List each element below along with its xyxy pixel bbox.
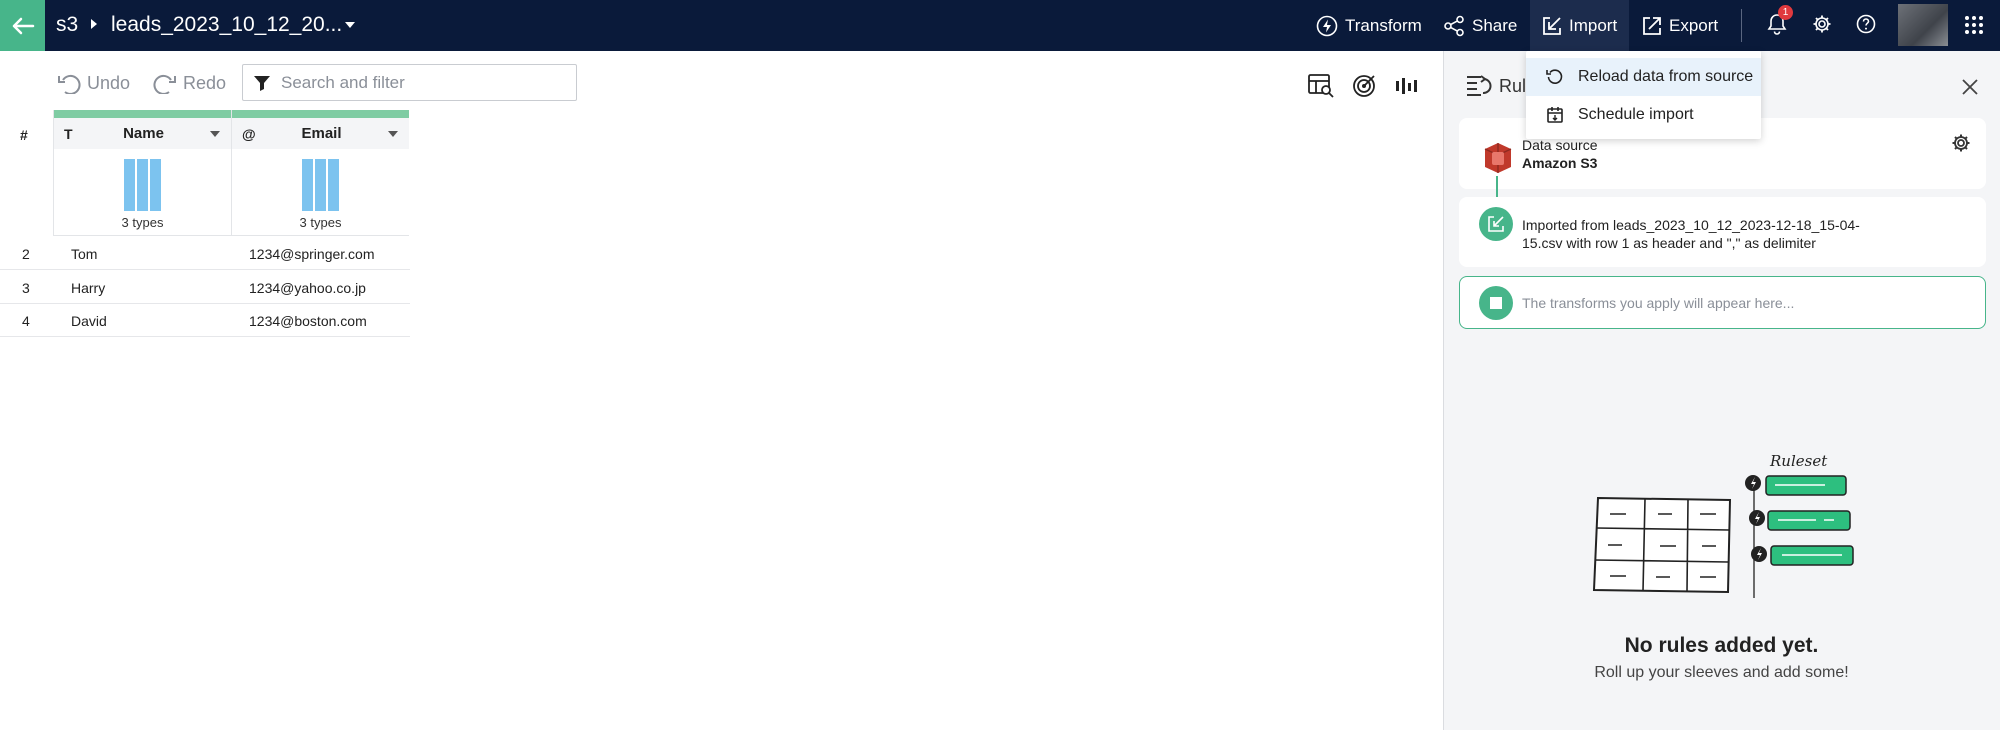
empty-state-title: No rules added yet. — [1624, 634, 1819, 657]
caret-down-icon[interactable] — [209, 130, 221, 138]
notification-badge: 1 — [1778, 5, 1793, 20]
transform-label: Transform — [1345, 15, 1422, 35]
arrow-left-icon — [12, 17, 34, 34]
filter-icon — [254, 75, 270, 91]
import-icon — [1488, 216, 1504, 232]
table-row[interactable]: 2 Tom 1234@springer.com — [0, 237, 410, 270]
help-icon[interactable] — [1856, 14, 1876, 34]
column-title-row[interactable]: @ Email — [232, 118, 409, 149]
toolbar-divider — [1741, 9, 1742, 42]
types-label: 3 types — [121, 215, 164, 230]
chevron-right-icon — [91, 19, 97, 29]
gear-icon[interactable] — [1951, 133, 1971, 153]
row-number: 4 — [22, 313, 30, 329]
table-row[interactable]: 4 David 1234@boston.com — [0, 304, 410, 337]
column-header-email[interactable]: @ Email 3 types — [231, 110, 409, 236]
export-label: Export — [1669, 15, 1719, 35]
redo-icon — [153, 74, 176, 94]
lightning-circle-icon — [1316, 15, 1338, 36]
column-type-histogram[interactable]: 3 types — [54, 149, 231, 236]
histogram-bars — [124, 159, 161, 211]
import-button[interactable]: Import — [1530, 0, 1630, 51]
menu-item-reload-data[interactable]: Reload data from source — [1526, 58, 1761, 96]
import-icon — [1543, 16, 1561, 35]
caret-down-icon[interactable] — [387, 130, 399, 138]
cell-email[interactable]: 1234@yahoo.co.jp — [249, 280, 366, 296]
cell-email[interactable]: 1234@springer.com — [249, 246, 375, 262]
row-number-header: # — [20, 127, 28, 143]
redo-label: Redo — [183, 72, 227, 93]
menu-item-label: Schedule import — [1578, 106, 1694, 123]
close-icon[interactable] — [1962, 79, 1978, 95]
ruleset-illustration: Ruleset — [1592, 452, 1854, 598]
table-row[interactable]: 3 Harry 1234@yahoo.co.jp — [0, 271, 410, 304]
share-button[interactable]: Share — [1443, 0, 1517, 51]
search-box[interactable] — [242, 64, 577, 101]
back-button[interactable] — [0, 0, 45, 51]
export-button[interactable]: Export — [1642, 0, 1718, 51]
avatar[interactable] — [1898, 4, 1948, 46]
reload-icon — [1546, 69, 1563, 84]
column-quality-bar — [54, 110, 231, 118]
square-stop-icon — [1490, 297, 1502, 309]
illustration-label: Ruleset — [1769, 452, 1828, 470]
data-source-name: Amazon S3 — [1522, 155, 1598, 171]
export-icon — [1643, 16, 1661, 35]
transforms-placeholder-text: The transforms you apply will appear her… — [1522, 295, 1795, 311]
dataset-title[interactable]: leads_2023_10_12_20... — [111, 13, 342, 37]
app-grid-icon[interactable] — [1964, 15, 1984, 35]
share-icon — [1444, 15, 1464, 36]
import-step-badge — [1479, 207, 1513, 241]
empty-state-subtitle: Roll up your sleeves and add some! — [1594, 664, 1849, 681]
email-type-icon: @ — [242, 125, 256, 142]
row-number: 3 — [22, 280, 30, 296]
table-search-icon[interactable] — [1308, 74, 1334, 98]
column-type-histogram[interactable]: 3 types — [232, 149, 409, 236]
import-description: Imported from leads_2023_10_12_2023-12-1… — [1522, 217, 1860, 251]
breadcrumb-workspace[interactable]: s3 — [56, 13, 78, 37]
ruleset-icon — [1467, 75, 1492, 96]
cell-name[interactable]: Harry — [71, 280, 105, 296]
row-number: 2 — [22, 246, 30, 262]
import-dropdown-menu: Reload data from source Schedule import — [1526, 51, 1761, 139]
undo-button[interactable]: Undo — [57, 72, 130, 94]
column-quality-bar — [232, 110, 409, 118]
column-name: Name — [123, 125, 164, 142]
cell-name[interactable]: David — [71, 313, 107, 329]
data-quality-icon[interactable] — [1395, 78, 1419, 96]
top-bar: s3 leads_2023_10_12_20... Transform Shar… — [0, 0, 2000, 51]
column-name: Email — [301, 125, 342, 142]
transform-button[interactable]: Transform — [1316, 0, 1422, 51]
target-icon[interactable] — [1352, 74, 1376, 98]
search-input[interactable] — [281, 72, 561, 93]
rules-panel-title: Rul — [1499, 76, 1527, 96]
column-title-row[interactable]: T Name — [54, 118, 231, 149]
cell-name[interactable]: Tom — [71, 246, 97, 262]
text-type-icon: T — [64, 125, 73, 142]
caret-down-icon[interactable] — [344, 21, 356, 29]
import-label: Import — [1569, 15, 1618, 35]
types-label: 3 types — [299, 215, 342, 230]
amazon-s3-icon — [1484, 143, 1512, 173]
column-header-name[interactable]: T Name 3 types — [53, 110, 231, 236]
schedule-import-icon — [1547, 107, 1563, 123]
cell-email[interactable]: 1234@boston.com — [249, 313, 367, 329]
histogram-bars — [302, 159, 339, 211]
undo-label: Undo — [87, 72, 131, 93]
redo-button[interactable]: Redo — [153, 72, 226, 94]
gear-icon[interactable] — [1812, 14, 1832, 34]
undo-icon — [58, 74, 81, 94]
data-source-label: Data source — [1522, 137, 1598, 153]
menu-item-schedule-import[interactable]: Schedule import — [1526, 96, 1761, 134]
share-label: Share — [1472, 15, 1518, 35]
menu-item-label: Reload data from source — [1578, 68, 1754, 85]
transform-step-badge — [1479, 286, 1513, 320]
